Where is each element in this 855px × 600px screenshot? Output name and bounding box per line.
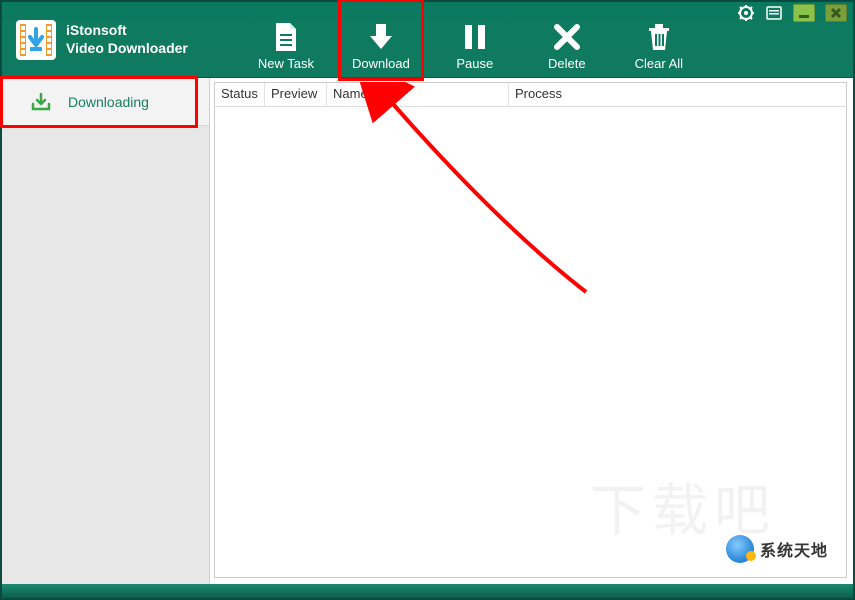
delete-label: Delete	[548, 56, 586, 71]
bottom-border	[2, 584, 853, 598]
new-task-button[interactable]: New Task	[258, 13, 314, 71]
pause-button[interactable]: Pause	[448, 13, 502, 71]
register-button[interactable]	[765, 4, 783, 22]
download-label: Download	[352, 56, 410, 71]
window-controls	[737, 4, 847, 22]
card-icon	[766, 6, 782, 20]
app-window: iStonsoft Video Downloader New Task	[0, 0, 855, 600]
clear-all-button[interactable]: Clear All	[632, 13, 686, 71]
gear-icon	[738, 5, 754, 21]
download-arrow-icon	[366, 20, 396, 54]
pause-label: Pause	[456, 56, 493, 71]
document-icon	[273, 20, 299, 54]
close-x-icon	[554, 20, 580, 54]
pause-icon	[463, 20, 487, 54]
download-button[interactable]: Download	[352, 13, 410, 71]
app-title: iStonsoft Video Downloader	[66, 22, 188, 57]
body-area: Downloading Status Preview Name Process …	[2, 78, 853, 584]
app-header: iStonsoft Video Downloader New Task	[2, 2, 853, 78]
main-list-area: Status Preview Name Process 下载吧 系统天地	[214, 82, 847, 578]
delete-button[interactable]: Delete	[540, 13, 594, 71]
toolbar: New Task Download	[258, 2, 686, 77]
watermark-text: 系统天地	[760, 537, 828, 561]
app-logo	[16, 20, 56, 60]
globe-icon	[726, 535, 754, 563]
minimize-button[interactable]	[793, 4, 815, 22]
column-header-status[interactable]: Status	[215, 83, 265, 106]
trash-icon	[646, 20, 672, 54]
watermark-badge: 系统天地	[726, 535, 828, 563]
clear-all-label: Clear All	[635, 56, 683, 71]
app-title-line2: Video Downloader	[66, 40, 188, 58]
download-list-empty	[215, 107, 846, 577]
sidebar-downloading-label: Downloading	[68, 94, 149, 110]
app-title-line1: iStonsoft	[66, 22, 188, 40]
film-download-icon	[19, 23, 53, 57]
sidebar-item-downloading[interactable]: Downloading	[2, 78, 209, 126]
minimize-icon	[798, 7, 810, 19]
close-button[interactable]	[825, 4, 847, 22]
column-header-preview[interactable]: Preview	[265, 83, 327, 106]
new-task-label: New Task	[258, 56, 314, 71]
column-headers: Status Preview Name Process	[215, 83, 846, 107]
sidebar: Downloading	[2, 78, 210, 584]
column-header-process[interactable]: Process	[509, 83, 846, 106]
settings-button[interactable]	[737, 4, 755, 22]
column-header-name[interactable]: Name	[327, 83, 509, 106]
download-tray-icon	[30, 91, 52, 113]
close-icon	[830, 7, 842, 19]
